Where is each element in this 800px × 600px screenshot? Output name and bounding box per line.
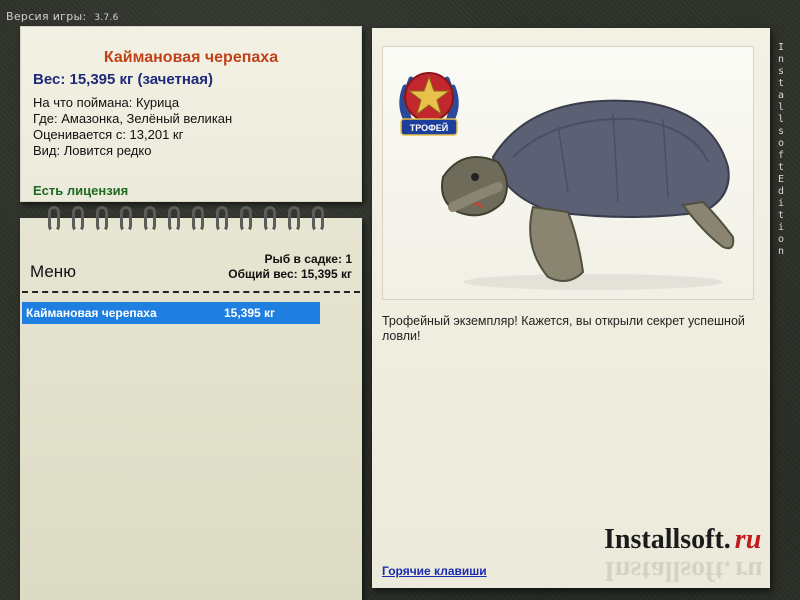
- ring-icon: [144, 206, 156, 232]
- ring-icon: [312, 206, 324, 232]
- fish-details: На что поймана: Курица Где: Амазонка, Зе…: [33, 95, 232, 159]
- fish-row-weight: 15,395 кг: [224, 306, 276, 320]
- ring-icon: [288, 206, 300, 232]
- caught-on-text: На что поймана: Курица: [33, 95, 180, 110]
- watermark-ru: ru: [734, 524, 762, 555]
- ring-icon: [96, 206, 108, 232]
- keepnet-card: Меню Рыб в садке: 1 Общий вес: 15,395 кг…: [20, 206, 362, 600]
- version-number: 3.7.6: [94, 13, 119, 23]
- version-label: Версия игры:: [6, 10, 87, 23]
- fish-title: Каймановая черепаха: [103, 49, 279, 66]
- notebook-rings: [48, 206, 324, 232]
- watermark-reflection: Installsoft. ru: [604, 554, 763, 586]
- trophy-card: ТРОФЕЙ Трофейный экземпляр! Кажется, вы …: [372, 28, 770, 588]
- ring-icon: [264, 206, 276, 232]
- trophy-description: Трофейный экземпляр! Кажется, вы открыли…: [382, 314, 745, 343]
- ring-icon: [120, 206, 132, 232]
- watermark-main: Installsoft.: [604, 524, 731, 555]
- ring-icon: [240, 206, 252, 232]
- site-watermark: Installsoft. ru: [604, 524, 761, 556]
- table-row[interactable]: Каймановая черепаха 15,395 кг: [22, 302, 320, 324]
- game-version: Версия игры: 3.7.6: [6, 10, 119, 23]
- side-watermark: InstallsoftEdition: [777, 42, 785, 257]
- ring-icon: [48, 206, 60, 232]
- fish-row-name: Каймановая черепаха: [26, 306, 157, 320]
- watermark-reflection-ru: ru: [734, 555, 763, 586]
- turtle-icon: [441, 99, 735, 290]
- hotkeys-link[interactable]: Горячие клавиши: [382, 564, 487, 578]
- fish-count: Рыб в садке: 1: [264, 252, 352, 266]
- rarity-text: Вид: Ловится редко: [33, 143, 152, 158]
- watermark-reflection-main: Installsoft.: [604, 555, 731, 586]
- license-status: Есть лицензия: [33, 183, 129, 198]
- fish-photo: ТРОФЕЙ: [382, 46, 754, 300]
- valued-from-text: Оценивается с: 13,201 кг: [33, 127, 184, 142]
- ring-icon: [216, 206, 228, 232]
- divider: [22, 291, 360, 293]
- turtle-image: ТРОФЕЙ: [399, 72, 735, 290]
- total-weight: Общий вес: 15,395 кг: [228, 267, 352, 281]
- menu-button[interactable]: Меню: [30, 262, 76, 282]
- ring-icon: [72, 206, 84, 232]
- fish-info-card: Каймановая черепаха Вес: 15,395 кг (заче…: [20, 26, 362, 202]
- trophy-badge-label: ТРОФЕЙ: [410, 122, 449, 133]
- location-text: Где: Амазонка, Зелёный великан: [33, 111, 233, 126]
- ring-icon: [192, 206, 204, 232]
- keepnet-stats: Рыб в садке: 1 Общий вес: 15,395 кг: [228, 252, 352, 282]
- trophy-badge-icon: ТРОФЕЙ: [399, 72, 459, 136]
- fish-weight: Вес: 15,395 кг (зачетная): [33, 71, 214, 88]
- ring-icon: [168, 206, 180, 232]
